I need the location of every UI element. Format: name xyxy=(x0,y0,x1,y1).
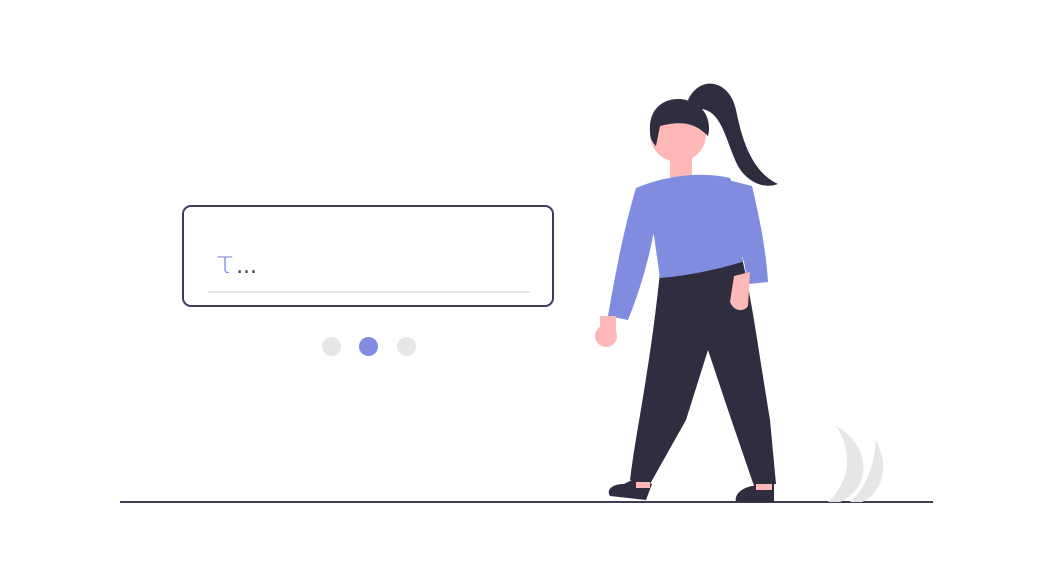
search-input-card[interactable]: τ... xyxy=(182,205,554,307)
typing-ellipsis: ... xyxy=(236,254,258,279)
pants xyxy=(630,258,776,486)
indicator-dot-1 xyxy=(322,337,341,356)
indicator-dot-3 xyxy=(397,337,416,356)
woman-figure xyxy=(595,83,778,502)
illustration-stage: τ... xyxy=(0,0,1053,584)
typed-character: τ xyxy=(216,246,235,281)
typed-text: τ... xyxy=(216,247,257,284)
input-underline xyxy=(208,291,530,293)
grass-tuft xyxy=(828,426,884,502)
typing-indicator xyxy=(322,337,417,357)
indicator-dot-2-active xyxy=(359,337,378,356)
